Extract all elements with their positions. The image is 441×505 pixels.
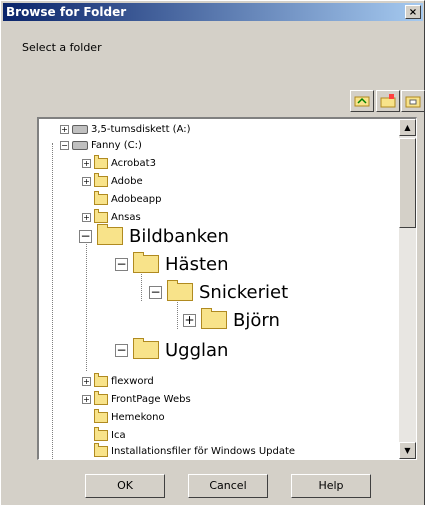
expand-icon[interactable]: + xyxy=(82,176,91,186)
tree-item-ansas[interactable]: + Ansas xyxy=(82,208,141,225)
tree-item-label: Ansas xyxy=(111,211,141,223)
new-folder-button[interactable] xyxy=(376,90,400,112)
tree-item-label: Bildbanken xyxy=(129,225,229,247)
tree-item-ica[interactable]: Ica xyxy=(94,426,126,443)
tree-item-flexword[interactable]: + flexword xyxy=(82,372,154,389)
tree-item-label: Installationsfiler för Windows Update xyxy=(111,445,296,457)
folder-icon xyxy=(94,442,108,457)
tree-line xyxy=(86,241,87,371)
tree-item-label: Acrobat3 xyxy=(111,157,156,169)
tree-item-label: 3,5-tumsdiskett (A:) xyxy=(91,123,191,135)
tree-item-label: Björn xyxy=(233,309,280,331)
expand-icon[interactable]: + xyxy=(82,376,91,386)
collapse-icon[interactable]: − xyxy=(115,257,128,271)
folder-icon xyxy=(201,308,227,329)
tree-item-ugglan[interactable]: − Ugglan xyxy=(115,338,228,362)
folder-icon xyxy=(94,190,108,205)
tree-item-label: Hästen xyxy=(165,253,229,275)
tree-item-label: Adobeapp xyxy=(111,193,162,205)
expand-icon[interactable]: + xyxy=(82,394,91,404)
folder-icon xyxy=(94,372,108,387)
folder-icon xyxy=(94,208,108,223)
folder-icon xyxy=(94,154,108,169)
floppy-drive-icon xyxy=(72,124,88,134)
tree-line xyxy=(52,143,53,459)
expand-icon[interactable]: + xyxy=(60,124,69,134)
cancel-button[interactable]: Cancel xyxy=(188,474,268,498)
prompt-label: Select a folder xyxy=(22,41,102,54)
collapse-icon[interactable]: − xyxy=(149,285,162,299)
tree-item-snickeriet[interactable]: − Snickeriet xyxy=(149,280,288,304)
tree-item-label: Adobe xyxy=(111,175,143,187)
title-bar: Browse for Folder × xyxy=(3,3,423,21)
scroll-up-arrow-icon[interactable]: ▲ xyxy=(399,119,416,136)
folder-icon xyxy=(133,252,159,273)
tree-item-adobe[interactable]: + Adobe xyxy=(82,172,143,189)
folder-properties-icon xyxy=(405,96,421,108)
tree-item-hasten[interactable]: − Hästen xyxy=(115,252,228,276)
ok-button[interactable]: OK xyxy=(85,474,165,498)
tree-item-adobeapp[interactable]: Adobeapp xyxy=(94,190,162,207)
help-button[interactable]: Help xyxy=(291,474,371,498)
collapse-icon[interactable]: − xyxy=(60,140,69,150)
folder-icon xyxy=(94,408,108,423)
tree-item-label: Ica xyxy=(111,429,126,441)
tree-item-bildbanken[interactable]: − Bildbanken xyxy=(79,224,229,248)
tree-item-label: Hemekono xyxy=(111,411,165,423)
expand-icon[interactable]: + xyxy=(183,313,196,327)
tree-item-label: Ugglan xyxy=(165,339,229,361)
folder-tree[interactable]: + 3,5-tumsdiskett (A:) − Fanny (C:) + Ac… xyxy=(37,117,417,460)
expand-icon[interactable]: + xyxy=(82,158,91,168)
vertical-scrollbar[interactable]: ▲ ▼ xyxy=(399,119,416,459)
tree-item-hemekono[interactable]: Hemekono xyxy=(94,408,165,425)
tree-item-label: FrontPage Webs xyxy=(111,393,191,405)
tree-item-floppy[interactable]: + 3,5-tumsdiskett (A:) xyxy=(60,121,191,137)
folder-icon xyxy=(94,172,108,187)
tree-item-label: flexword xyxy=(111,375,154,387)
up-one-level-button[interactable] xyxy=(350,90,374,112)
folder-icon xyxy=(94,426,108,441)
folder-icon xyxy=(94,390,108,405)
new-folder-icon xyxy=(380,94,396,108)
tree-item-label: Snickeriet xyxy=(199,281,289,303)
tree-item-acrobat3[interactable]: + Acrobat3 xyxy=(82,154,156,171)
properties-button[interactable] xyxy=(401,90,425,112)
close-button[interactable]: × xyxy=(405,5,421,19)
window-title: Browse for Folder xyxy=(6,5,127,19)
folder-icon xyxy=(97,224,123,245)
scroll-down-arrow-icon[interactable]: ▼ xyxy=(399,442,416,459)
folder-icon xyxy=(167,280,193,301)
scroll-thumb[interactable] xyxy=(399,138,416,228)
tree-item-bjorn[interactable]: + Björn xyxy=(183,308,280,332)
tree-item-installationsfiler[interactable]: Installationsfiler för Windows Update xyxy=(94,442,296,459)
collapse-icon[interactable]: − xyxy=(79,229,92,243)
up-folder-icon xyxy=(354,96,370,107)
browse-for-folder-dialog: Browse for Folder × Select a folder + 3,… xyxy=(0,0,425,505)
tree-item-label: Fanny (C:) xyxy=(91,139,142,151)
hard-drive-icon xyxy=(72,140,88,150)
expand-icon[interactable]: + xyxy=(82,212,91,222)
folder-icon xyxy=(133,338,159,359)
tree-item-frontpage-webs[interactable]: + FrontPage Webs xyxy=(82,390,191,407)
collapse-icon[interactable]: − xyxy=(115,343,128,357)
tree-item-drive-c[interactable]: − Fanny (C:) xyxy=(60,137,142,153)
